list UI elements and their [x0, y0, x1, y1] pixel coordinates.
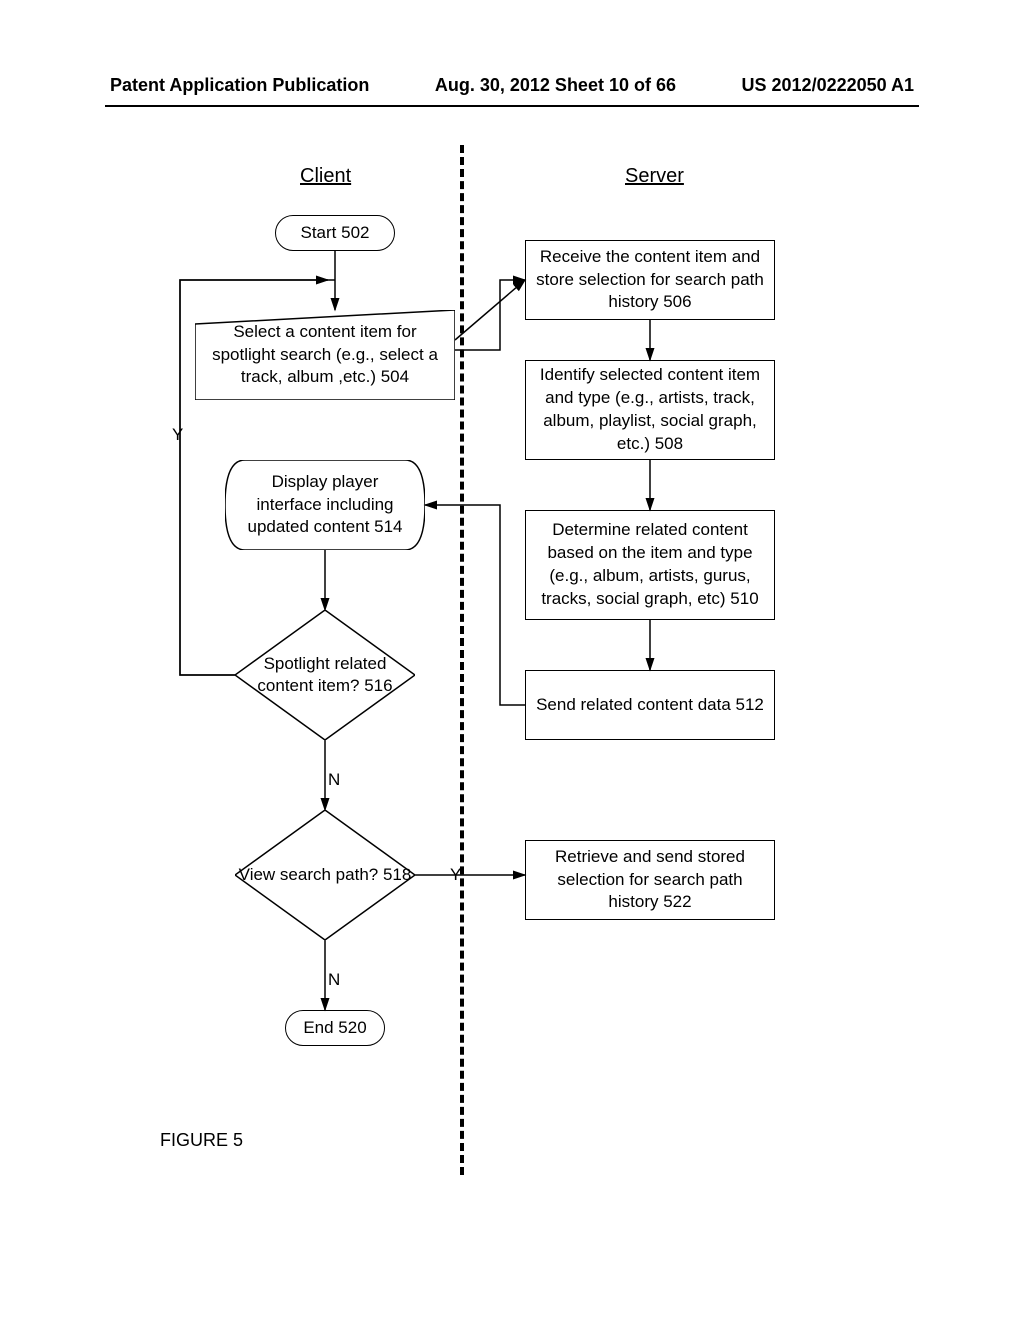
display-514: Display player interface including updat… [225, 460, 425, 550]
flow-arrows [0, 0, 1024, 1320]
process-select-504: Select a content item for spotlight sear… [195, 310, 455, 400]
